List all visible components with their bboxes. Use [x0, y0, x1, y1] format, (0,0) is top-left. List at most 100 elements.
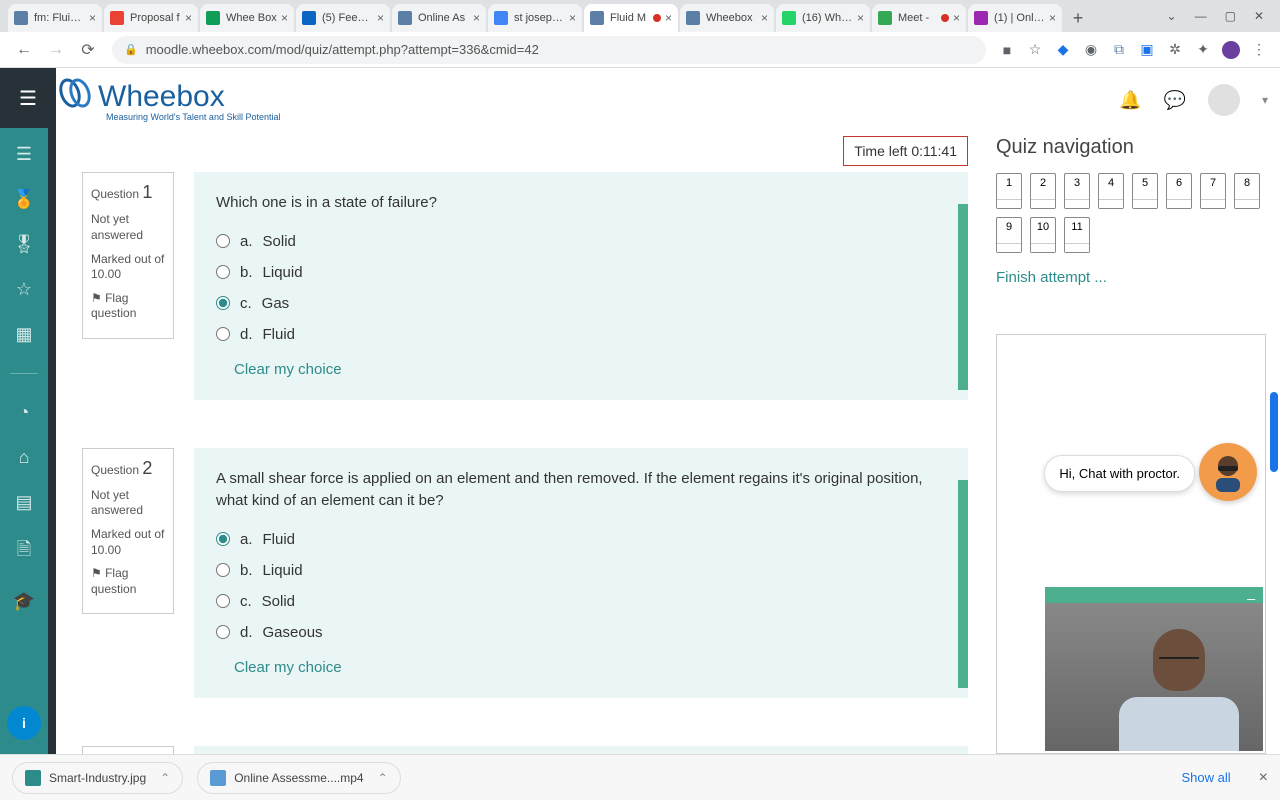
- browser-tab[interactable]: fm: Fluid M×: [8, 4, 102, 32]
- browser-tab[interactable]: (5) Feed | L×: [296, 4, 390, 32]
- hamburger-button[interactable]: ☰: [0, 68, 56, 128]
- close-icon[interactable]: ×: [473, 11, 480, 25]
- browser-tab[interactable]: st joseph c×: [488, 4, 582, 32]
- question-info: Question 2 Not yet answered Marked out o…: [82, 448, 174, 615]
- finish-attempt-link[interactable]: Finish attempt ...: [996, 269, 1266, 286]
- browser-tab[interactable]: Meet - ×: [872, 4, 966, 32]
- back-button[interactable]: ←: [12, 38, 36, 62]
- gauge-icon[interactable]: ◔: [19, 402, 30, 423]
- close-icon[interactable]: ×: [1049, 11, 1056, 25]
- download-item[interactable]: Online Assessme....mp4⌃: [197, 762, 400, 794]
- ext-icon[interactable]: ✲: [1166, 41, 1184, 59]
- puzzle-icon[interactable]: ✦: [1194, 41, 1212, 59]
- chevron-down-icon[interactable]: ⌄: [1167, 9, 1177, 23]
- highlight-bar: [958, 480, 968, 688]
- answer-option[interactable]: c.Gas: [216, 295, 946, 312]
- star-icon[interactable]: ☆: [1026, 41, 1044, 59]
- chevron-up-icon[interactable]: ⌃: [160, 771, 170, 785]
- menu-icon[interactable]: ⋮: [1250, 41, 1268, 59]
- browser-tab-active[interactable]: Fluid M×: [584, 4, 678, 32]
- close-icon[interactable]: ×: [185, 11, 192, 25]
- question-text: A small shear force is applied on an ele…: [216, 468, 946, 513]
- camera-icon[interactable]: ■: [998, 41, 1016, 59]
- close-icon[interactable]: ×: [857, 11, 864, 25]
- webcam-header[interactable]: _: [1045, 587, 1263, 603]
- ext-icon[interactable]: ▣: [1138, 41, 1156, 59]
- quiz-nav-item[interactable]: 10: [1030, 217, 1056, 253]
- close-icon[interactable]: ×: [953, 11, 960, 25]
- browser-tab[interactable]: (1) | Online×: [968, 4, 1062, 32]
- answer-option[interactable]: b.Liquid: [216, 562, 946, 579]
- close-window-icon[interactable]: ✕: [1254, 9, 1264, 23]
- quiz-nav-item[interactable]: 5: [1132, 173, 1158, 209]
- url-text: moodle.wheebox.com/mod/quiz/attempt.php?…: [146, 42, 539, 57]
- badge-icon[interactable]: 🏅: [13, 189, 35, 210]
- quiz-nav-item[interactable]: 9: [996, 217, 1022, 253]
- list-icon[interactable]: ☰: [16, 144, 32, 165]
- ext-icon[interactable]: ◉: [1082, 41, 1100, 59]
- chevron-up-icon[interactable]: ⌃: [378, 771, 388, 785]
- browser-tab[interactable]: Wheebox×: [680, 4, 774, 32]
- calendar-icon[interactable]: ▤: [15, 492, 32, 513]
- answer-option[interactable]: a.Solid: [216, 233, 946, 250]
- badge2-icon[interactable]: 🎖: [13, 234, 36, 255]
- accessibility-button[interactable]: i: [7, 706, 41, 740]
- flag-link[interactable]: ⚑ Flag question: [91, 566, 165, 597]
- answer-option[interactable]: c.Solid: [216, 593, 946, 610]
- ext-icon[interactable]: ⧉: [1110, 41, 1128, 59]
- quiz-nav-item[interactable]: 1: [996, 173, 1022, 209]
- proctor-avatar-icon[interactable]: [1199, 443, 1257, 501]
- quiz-nav-item[interactable]: 6: [1166, 173, 1192, 209]
- chat-icon[interactable]: 💬: [1164, 90, 1186, 111]
- address-bar[interactable]: 🔒 moodle.wheebox.com/mod/quiz/attempt.ph…: [112, 36, 986, 64]
- user-avatar[interactable]: [1208, 84, 1240, 116]
- browser-tab[interactable]: Online As×: [392, 4, 486, 32]
- home-icon[interactable]: ⌂: [19, 447, 30, 468]
- quiz-nav-item[interactable]: 4: [1098, 173, 1124, 209]
- scrollbar[interactable]: [1270, 392, 1278, 472]
- browser-tab[interactable]: (16) Whats×: [776, 4, 870, 32]
- browser-tab[interactable]: Proposal f×: [104, 4, 198, 32]
- download-item[interactable]: Smart-Industry.jpg⌃: [12, 762, 183, 794]
- quiz-nav-column: Quiz navigation 1 2 3 4 5 6 7 8 9 10 11 …: [982, 132, 1280, 754]
- close-shelf-button[interactable]: ×: [1259, 769, 1268, 787]
- clear-choice-link[interactable]: Clear my choice: [216, 659, 946, 676]
- clear-choice-link[interactable]: Clear my choice: [216, 361, 946, 378]
- close-icon[interactable]: ×: [761, 11, 768, 25]
- browser-tab[interactable]: Whee Box×: [200, 4, 294, 32]
- new-tab-button[interactable]: +: [1064, 4, 1092, 32]
- grad-icon[interactable]: 🎓: [13, 591, 35, 612]
- question-info: Question 3 Not yet answered: [82, 746, 174, 755]
- close-icon[interactable]: ×: [281, 11, 288, 25]
- close-icon[interactable]: ×: [89, 11, 96, 25]
- quiz-nav-item[interactable]: 8: [1234, 173, 1260, 209]
- logo[interactable]: Wheebox Measuring World's Talent and Ski…: [60, 78, 280, 122]
- question-block: Question 3 Not yet answered In which typ…: [82, 746, 968, 755]
- quiz-nav-item[interactable]: 11: [1064, 217, 1090, 253]
- close-icon[interactable]: ×: [665, 11, 672, 25]
- answer-option[interactable]: b.Liquid: [216, 264, 946, 281]
- quiz-nav-item[interactable]: 7: [1200, 173, 1226, 209]
- close-icon[interactable]: ×: [377, 11, 384, 25]
- forward-button[interactable]: →: [44, 38, 68, 62]
- star-icon[interactable]: ☆: [16, 279, 32, 300]
- quiz-nav-item[interactable]: 2: [1030, 173, 1056, 209]
- answer-option[interactable]: d.Gaseous: [216, 624, 946, 641]
- answer-option[interactable]: a.Fluid: [216, 531, 946, 548]
- flag-link[interactable]: ⚑ Flag question: [91, 291, 165, 322]
- user-menu-caret[interactable]: ▾: [1262, 93, 1268, 107]
- bell-icon[interactable]: 🔔: [1119, 90, 1141, 111]
- answer-option[interactable]: d.Fluid: [216, 326, 946, 343]
- book-icon[interactable]: ▦: [15, 324, 32, 345]
- maximize-icon[interactable]: ▢: [1225, 9, 1236, 23]
- profile-avatar[interactable]: [1222, 41, 1240, 59]
- reload-button[interactable]: ⟳: [76, 38, 100, 62]
- close-icon[interactable]: ×: [569, 11, 576, 25]
- minimize-icon[interactable]: ―: [1195, 9, 1207, 23]
- quiz-nav-item[interactable]: 3: [1064, 173, 1090, 209]
- chat-bubble[interactable]: Hi, Chat with proctor.: [1044, 455, 1195, 492]
- recording-icon: [653, 14, 661, 22]
- ext-icon[interactable]: ◆: [1054, 41, 1072, 59]
- file-icon[interactable]: 🗎: [17, 537, 31, 567]
- show-all-link[interactable]: Show all: [1182, 770, 1231, 785]
